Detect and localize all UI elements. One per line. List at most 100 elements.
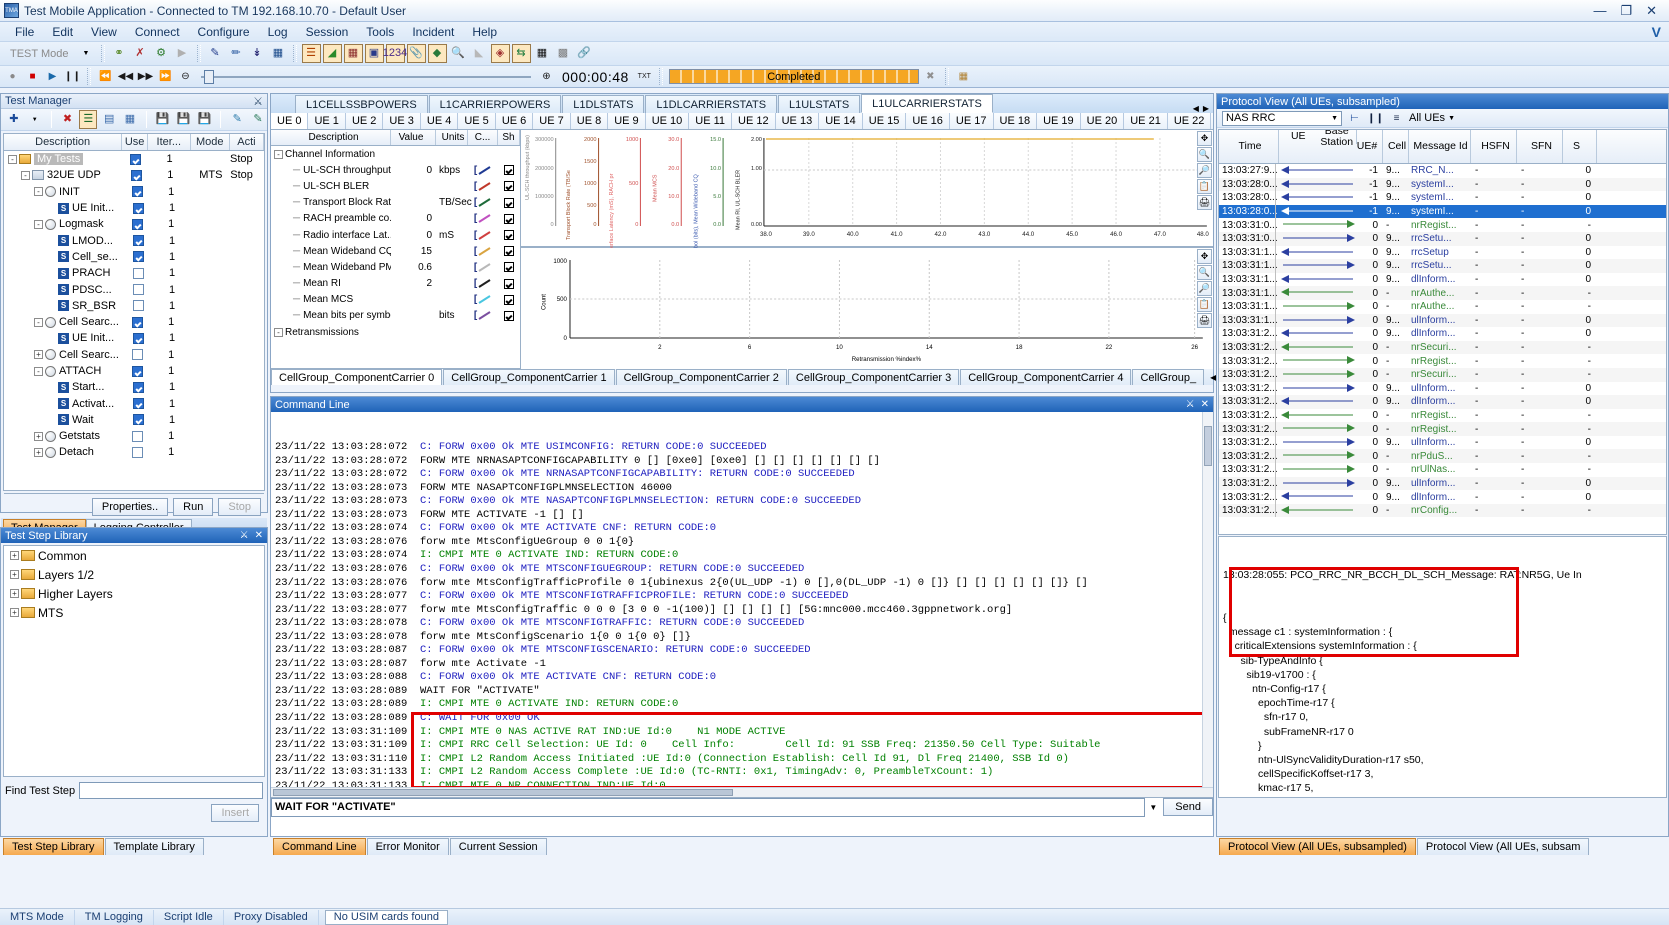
ue-tab-11[interactable]: UE 11: [689, 113, 733, 129]
paint-icon[interactable]: ✎: [228, 110, 246, 129]
tab-test-step-library[interactable]: Test Step Library: [3, 838, 104, 855]
protocol-row[interactable]: 13:03:31:2... 0- nrSecuri... - - -: [1219, 340, 1666, 355]
test-manager-row[interactable]: - Logmask 1: [4, 216, 264, 232]
use-checkbox[interactable]: [133, 381, 145, 393]
cellgroup-tab-5[interactable]: CellGroup_: [1132, 369, 1205, 385]
test-step-folder[interactable]: + Higher Layers: [4, 584, 264, 603]
swap-icon[interactable]: ⇆: [511, 44, 531, 63]
tab-protocol-view-2[interactable]: Protocol View (All UEs, subsam: [1416, 838, 1590, 855]
col-s[interactable]: S: [1563, 130, 1597, 163]
menu-help[interactable]: Help: [463, 23, 506, 41]
ue-tab-13[interactable]: UE 13: [775, 113, 820, 129]
window-tile-icon[interactable]: ▦: [955, 69, 972, 85]
table-view-icon[interactable]: ▦: [343, 44, 363, 63]
layer-filter-combo[interactable]: NAS RRC ▼: [1222, 110, 1342, 126]
ue-tab-8[interactable]: UE 8: [570, 113, 609, 129]
ue-tab-12[interactable]: UE 12: [732, 113, 776, 129]
menu-edit[interactable]: Edit: [43, 23, 82, 41]
protocol-row[interactable]: 13:03:31:2... 0 9... dlInform... - - 0: [1219, 327, 1666, 341]
use-checkbox[interactable]: [133, 300, 145, 312]
cellgroup-tab-0[interactable]: CellGroup_ComponentCarrier 0: [271, 369, 443, 385]
protocol-row[interactable]: 13:03:31:2... 0- nrRegist... - - -: [1219, 409, 1666, 423]
channel-info-row[interactable]: ─ Mean MCS [: [271, 292, 520, 308]
metric-color-swatch[interactable]: [: [468, 310, 498, 321]
metric-show-checkbox[interactable]: [498, 230, 520, 241]
expander-icon-2[interactable]: -: [274, 327, 283, 337]
expander-icon[interactable]: -: [34, 187, 43, 197]
ue-tab-2[interactable]: UE 2: [345, 113, 384, 129]
menu-file[interactable]: File: [6, 23, 43, 41]
skip-start-icon[interactable]: ⏪: [97, 69, 114, 85]
protocol-row[interactable]: 13:03:28:0... -1 9... systemI... - - 0: [1219, 177, 1666, 192]
copy-chart-icon-2[interactable]: 📋: [1197, 297, 1212, 312]
fastforward-icon[interactable]: ▶▶: [137, 69, 154, 85]
channel-info-row[interactable]: ─ Mean RI 2 [: [271, 276, 520, 292]
metric-show-checkbox[interactable]: [498, 294, 520, 305]
command-line-log[interactable]: 23/11/22 13:03:28:072 C: FORW 0x00 Ok MT…: [271, 412, 1213, 787]
close-icon-cmd[interactable]: ✕: [1201, 399, 1209, 410]
metric-show-checkbox[interactable]: [498, 262, 520, 273]
menu-session[interactable]: Session: [297, 23, 358, 41]
tabs-next-icon[interactable]: ▶: [1203, 104, 1209, 113]
expander-icon[interactable]: +: [34, 447, 43, 457]
command-input[interactable]: [271, 797, 1146, 817]
col-mode[interactable]: Mode: [191, 134, 230, 150]
find-test-step-input[interactable]: [79, 782, 263, 799]
tabs-prev-icon[interactable]: ◀: [1193, 104, 1199, 113]
protocol-row[interactable]: 13:03:31:0... 0 9... rrcSetu... - - 0: [1219, 231, 1666, 246]
text-toggle-icon[interactable]: TXT: [636, 69, 653, 85]
test-manager-row[interactable]: S Start... 1: [4, 379, 264, 395]
pin-icon[interactable]: ⚔: [253, 95, 263, 108]
use-checkbox[interactable]: [132, 365, 144, 377]
skip-end-icon[interactable]: ⏩: [157, 69, 174, 85]
use-checkbox[interactable]: [133, 284, 145, 296]
col-color[interactable]: C...: [468, 130, 498, 145]
add-dropdown-icon[interactable]: ▼: [26, 110, 44, 129]
col-cell[interactable]: Cell: [1383, 130, 1409, 163]
chevron-down-icon[interactable]: ▼: [1331, 115, 1338, 122]
cells-icon[interactable]: ▩: [554, 44, 573, 63]
test-manager-row[interactable]: S SR_BSR 1: [4, 298, 264, 314]
protocol-row[interactable]: 13:03:31:2... 0 9... ulInform... - - 0: [1219, 476, 1666, 491]
channel-group-header[interactable]: - Channel Information: [271, 146, 520, 162]
print-chart-icon-2[interactable]: 🖨: [1197, 313, 1212, 328]
metric-color-swatch[interactable]: [: [468, 213, 498, 224]
stats-tab-l1ulstats[interactable]: L1ULSTATS: [778, 95, 861, 113]
log-hscrollbar-thumb[interactable]: [273, 789, 733, 796]
time-slider[interactable]: [201, 69, 531, 84]
protocol-row[interactable]: 13:03:31:1... 0 9... dlInform... - - 0: [1219, 273, 1666, 287]
list-view-icon[interactable]: ☰: [301, 44, 321, 63]
cellgroup-tab-1[interactable]: CellGroup_ComponentCarrier 1: [443, 369, 615, 385]
stop-icon[interactable]: ■: [24, 69, 41, 85]
test-manager-row[interactable]: + Getstats 1: [4, 428, 264, 444]
command-history-dropdown-icon[interactable]: ▼: [1149, 803, 1157, 812]
attach-icon[interactable]: 📎: [406, 44, 426, 63]
properties-icon[interactable]: ☰: [79, 110, 98, 129]
col-base-station[interactable]: Base Station: [1318, 130, 1357, 148]
zoom-in-chart-icon[interactable]: 🔎: [1197, 163, 1212, 178]
col-message-id[interactable]: Message Id: [1409, 130, 1471, 163]
col-desc[interactable]: Description: [271, 130, 391, 145]
channel-info-row[interactable]: ─ Mean bits per symbol bits [: [271, 308, 520, 324]
menu-view[interactable]: View: [82, 23, 126, 41]
col-iterations[interactable]: Iter...: [148, 134, 191, 150]
ue-tab-14[interactable]: UE 14: [819, 113, 863, 129]
multiaxis-chart[interactable]: 300000 200000 100000 0 UL-SCH throughput…: [521, 130, 1213, 248]
print-chart-icon[interactable]: 🖨: [1197, 195, 1212, 210]
tab-protocol-view-1[interactable]: Protocol View (All UEs, subsampled): [1219, 838, 1416, 855]
test-step-folder[interactable]: + Common: [4, 546, 264, 565]
test-manager-row[interactable]: - 32UE UDP 1 MTS Stop: [4, 167, 264, 183]
expander-icon[interactable]: +: [34, 350, 43, 360]
chart-bars-icon[interactable]: ▦: [269, 44, 288, 63]
paint-all-icon[interactable]: ✎: [249, 110, 267, 129]
zoom-in-icon[interactable]: ⊕: [538, 69, 555, 85]
pause-capture-icon[interactable]: ❙❙: [1367, 110, 1384, 126]
anchor-icon[interactable]: ⊢: [1346, 110, 1363, 126]
col-action[interactable]: Acti: [230, 134, 264, 150]
stats-tab-l1carrierpowers[interactable]: L1CARRIERPOWERS: [428, 95, 562, 113]
test-manager-row[interactable]: + Detach 1: [4, 444, 264, 460]
channel-info-row[interactable]: ─ Mean Wideband PMI 0.6 [: [271, 259, 520, 275]
ue-tab-18[interactable]: UE 18: [993, 113, 1038, 129]
retransmissions-group-header[interactable]: - Retransmissions: [271, 324, 520, 340]
pin-icon-tsl[interactable]: ⚔: [240, 530, 249, 541]
